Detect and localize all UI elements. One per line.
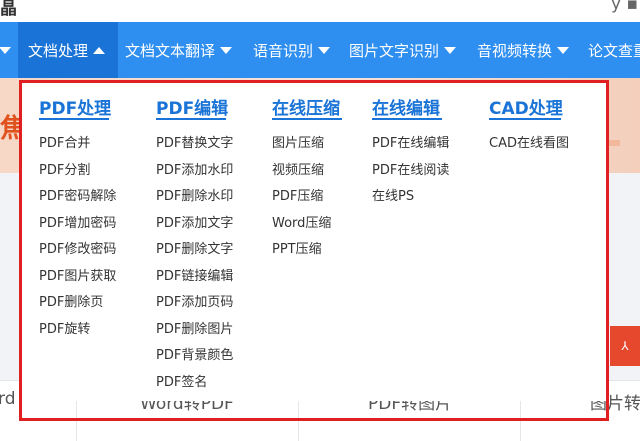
chevron-down-icon [557,46,570,54]
chevron-down-icon [0,46,11,54]
main-nav: 文档处理 文档文本翻译 语音识别 图片文字识别 音视频转换 论文查重 [0,22,640,78]
nav-item-label: 音视频转换 [477,41,553,60]
nav-item-doc-translate[interactable]: 文档文本翻译 [125,22,233,78]
chevron-down-icon [220,46,233,54]
tool-tile-label[interactable]: rd [0,389,15,409]
chevron-down-icon [318,46,331,54]
nav-item-image-ocr[interactable]: 图片文字识别 [349,22,457,78]
nav-item-plagiarism-check[interactable]: 论文查重 [588,22,640,78]
nav-item-label: 语音识别 [253,41,314,60]
chevron-down-icon [444,46,457,54]
chevron-up-icon [93,46,106,54]
user-area[interactable]: y ▪ [611,0,638,14]
nav-item-label: 图片文字识别 [349,41,440,60]
top-strip: 晶 y ▪ [0,0,640,22]
nav-item-doc-processing[interactable]: 文档处理 [18,22,118,78]
nav-item-label: 文档文本翻译 [125,41,216,60]
nav-item-av-convert[interactable]: 音视频转换 [477,22,570,78]
nav-item-label: 文档处理 [28,41,89,60]
highlight-annotation-box [19,80,609,421]
pdf-icon[interactable]: ⅄ [610,326,640,366]
nav-prev-caret[interactable] [0,22,11,78]
nav-item-label: 论文查重 [588,41,640,60]
nav-item-speech-recognition[interactable]: 语音识别 [253,22,331,78]
site-logo[interactable]: 晶 [0,0,17,19]
